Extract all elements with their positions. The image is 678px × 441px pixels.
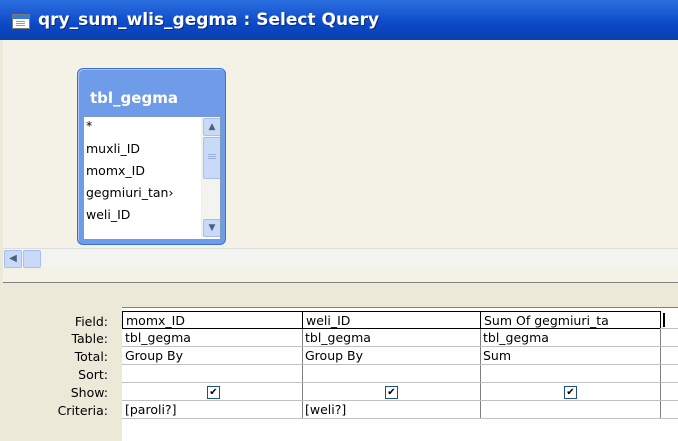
table-cell[interactable]: tbl_gegma — [302, 329, 481, 347]
sort-cell[interactable] — [480, 365, 661, 383]
hscroll-thumb[interactable] — [23, 250, 41, 268]
field-list-item[interactable]: momx_ID — [86, 163, 145, 178]
empty-cell[interactable] — [660, 347, 678, 365]
empty-field-cell[interactable] — [660, 311, 678, 329]
column-selector[interactable] — [122, 296, 303, 308]
field-list-item[interactable]: * — [86, 118, 92, 133]
column-selector[interactable] — [480, 296, 661, 308]
table-cell[interactable]: tbl_gegma — [480, 329, 661, 347]
window-title: qry_sum_wlis_gegma : Select Query — [38, 10, 380, 30]
total-cell[interactable]: Group By — [302, 347, 481, 365]
field-list-item[interactable]: muxli_ID — [86, 141, 140, 156]
table-name: tbl_gegma — [90, 89, 178, 107]
field-list[interactable]: * muxli_ID momx_ID gegmiuri_tan› weli_ID… — [83, 116, 221, 240]
sort-cell[interactable] — [122, 365, 303, 383]
row-label-field: Field: — [74, 314, 108, 329]
total-cell[interactable]: Sum — [480, 347, 661, 365]
criteria-cell[interactable]: [paroli?] — [122, 401, 303, 419]
show-checkbox[interactable]: ✔ — [385, 386, 398, 399]
text-cursor — [663, 313, 665, 327]
scroll-up-icon[interactable]: ▲ — [203, 118, 220, 136]
field-cell[interactable]: Sum Of gegmiuri_ta — [480, 311, 661, 329]
empty-cell[interactable] — [660, 401, 678, 419]
sort-cell[interactable] — [302, 365, 481, 383]
row-label-sort: Sort: — [78, 367, 108, 382]
table-cell[interactable]: tbl_gegma — [122, 329, 303, 347]
table-box-tbl-gegma[interactable]: tbl_gegma * muxli_ID momx_ID gegmiuri_ta… — [77, 68, 226, 245]
column-selector[interactable] — [302, 296, 481, 308]
field-list-scrollbar[interactable]: ▲ ▼ — [201, 117, 220, 237]
total-cell[interactable]: Group By — [122, 347, 303, 365]
column-selector[interactable] — [660, 296, 678, 308]
criteria-cell[interactable]: [weli?] — [302, 401, 481, 419]
row-label-table: Table: — [71, 331, 108, 346]
field-cell[interactable]: momx_ID — [122, 311, 303, 329]
field-list-item[interactable]: weli_ID — [86, 207, 130, 222]
query-window-icon[interactable] — [12, 14, 30, 29]
empty-cell[interactable] — [660, 383, 678, 401]
field-cell[interactable]: weli_ID — [302, 311, 481, 329]
empty-cell[interactable] — [660, 365, 678, 383]
row-label-total: Total: — [74, 349, 108, 364]
field-list-item[interactable]: gegmiuri_tan› — [86, 185, 173, 200]
scroll-thumb[interactable] — [203, 137, 220, 179]
table-pane-hscrollbar[interactable]: ◀ — [3, 248, 678, 268]
scroll-left-icon[interactable]: ◀ — [4, 250, 22, 268]
empty-cell[interactable] — [660, 329, 678, 347]
show-checkbox[interactable]: ✔ — [207, 386, 220, 399]
row-label-criteria: Criteria: — [57, 403, 108, 418]
show-checkbox[interactable]: ✔ — [564, 386, 577, 399]
row-label-show: Show: — [70, 385, 108, 400]
criteria-cell[interactable] — [480, 401, 661, 419]
scroll-down-icon[interactable]: ▼ — [203, 219, 220, 237]
window-titlebar[interactable]: qry_sum_wlis_gegma : Select Query — [0, 0, 678, 40]
